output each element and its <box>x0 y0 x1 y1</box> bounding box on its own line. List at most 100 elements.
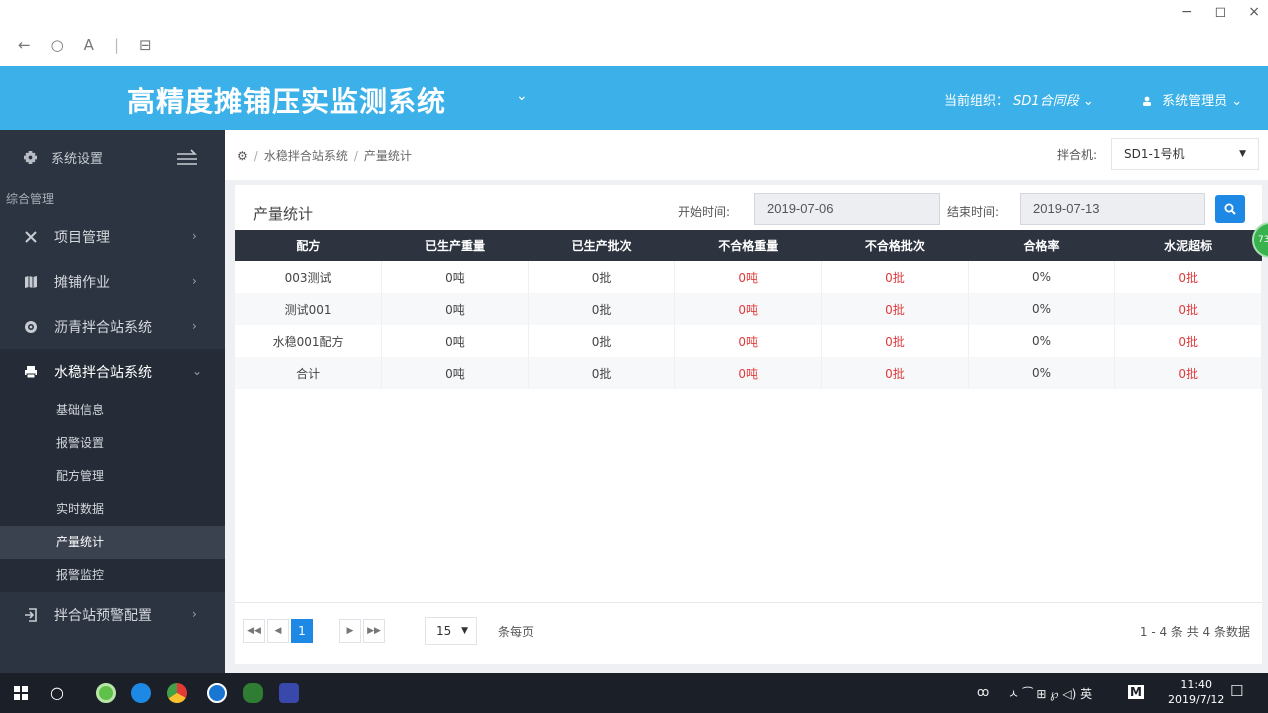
wechat-icon[interactable] <box>243 683 263 703</box>
table-cell: 水稳001配方 <box>235 325 383 357</box>
chevron-right-icon: › <box>192 607 197 621</box>
table-cell: 0吨 <box>674 261 823 293</box>
table-row[interactable]: 水稳001配方 0吨 0批 0吨 0批 0% 0批 <box>235 325 1262 357</box>
end-date-input[interactable]: 2019-07-13 <box>1020 193 1205 225</box>
tools-icon <box>25 230 37 243</box>
taskbar: ○ ꝏ ㅅ ⁀ ⊞ ℘ ◁) 英 M 11:40 2019/7/12 ☐ <box>0 673 1268 713</box>
search-icon[interactable]: ○ <box>50 683 64 702</box>
column-header[interactable]: 已生产批次 <box>528 230 675 261</box>
column-header[interactable]: 配方 <box>235 230 382 261</box>
page-1-button[interactable]: 1 <box>291 619 313 643</box>
start-date-input[interactable]: 2019-07-06 <box>754 193 940 225</box>
search-button[interactable] <box>1215 195 1245 223</box>
column-header[interactable]: 已生产重量 <box>381 230 529 261</box>
back-arrow-icon[interactable]: ← <box>18 36 31 54</box>
screen: − ◻ × ← ○ A | ⊟ 高精度摊铺压实监测系统 ⌄ 当前组织： SD1合… <box>0 0 1268 713</box>
breadcrumb-item[interactable]: 水稳拌合站系统 <box>264 147 348 164</box>
column-header[interactable]: 不合格批次 <box>821 230 969 261</box>
table-cell: 0吨 <box>381 293 529 325</box>
mixer-select-value: SD1-1号机 <box>1124 147 1185 161</box>
login-icon <box>25 607 37 622</box>
next-page-button[interactable]: ▶ <box>339 619 361 643</box>
clock-time: 11:40 <box>1180 678 1213 691</box>
mixer-select[interactable]: SD1-1号机 ▼ <box>1111 138 1259 170</box>
restore-button[interactable]: ◻ <box>1215 4 1227 20</box>
tabs-icon[interactable]: ⊟ <box>139 36 152 54</box>
production-table: 配方 已生产重量 已生产批次 不合格重量 不合格批次 合格率 水泥超标 003测… <box>235 230 1262 389</box>
sidebar-item-warning-config[interactable]: 拌合站预警配置 › <box>0 592 225 637</box>
people-icon[interactable]: ꝏ <box>977 685 989 699</box>
sidebar-item-water-stable-plant[interactable]: 水稳拌合站系统 ⌄ <box>0 349 225 394</box>
table-cell: 0批 <box>1114 261 1262 293</box>
close-button[interactable]: × <box>1248 4 1260 20</box>
sidebar-item-label: 拌合站预警配置 <box>54 607 152 624</box>
sidebar-section-title: 综合管理 <box>6 192 55 206</box>
end-date-label: 结束时间: <box>947 205 1000 219</box>
breadcrumb-bar: ⚙ / 水稳拌合站系统 / 产量统计 拌合机: SD1-1号机 ▼ <box>225 130 1268 180</box>
table-row[interactable]: 003测试 0吨 0批 0吨 0批 0% 0批 <box>235 261 1262 293</box>
caret-down-icon: ▼ <box>461 626 468 636</box>
sidebar-item-project[interactable]: 项目管理 › <box>0 214 225 259</box>
breadcrumb-current: 产量统计 <box>363 149 412 163</box>
table-cell: 0吨 <box>674 293 823 325</box>
breadcrumb-separator: / <box>353 148 358 163</box>
windows-start-icon[interactable] <box>14 686 28 700</box>
sidebar-toggle-icon[interactable] <box>175 146 199 170</box>
sidebar-item-paving[interactable]: 摊铺作业 › <box>0 259 225 304</box>
reader-mode-icon[interactable]: A <box>84 36 94 54</box>
sidebar-subitem-alarm-settings[interactable]: 报警设置 <box>0 427 225 460</box>
clock[interactable]: 11:40 2019/7/12 <box>1168 677 1224 707</box>
table-cell: 0% <box>968 325 1116 357</box>
gear-icon[interactable]: ⚙ <box>237 149 248 163</box>
breadcrumb-separator: / <box>253 148 258 163</box>
column-header[interactable]: 合格率 <box>968 230 1115 261</box>
system-tray[interactable]: ㅅ ⁀ ⊞ ℘ ◁) 英 <box>1008 685 1092 702</box>
table-cell: 0批 <box>1114 357 1262 389</box>
sidebar-item-asphalt-plant[interactable]: 沥青拌合站系统 › <box>0 304 225 349</box>
sidebar-item-label: 系统设置 <box>51 151 104 167</box>
chevron-right-icon: › <box>192 274 197 288</box>
app-title: 高精度摊铺压实监测系统 <box>127 85 447 118</box>
table-row[interactable]: 测试001 0吨 0批 0吨 0批 0% 0批 <box>235 293 1262 325</box>
kugou-icon[interactable] <box>207 683 227 703</box>
notification-icon[interactable]: ☐ <box>1230 682 1243 700</box>
chevron-down-icon[interactable]: ⌄ <box>516 88 528 104</box>
table-cell: 0吨 <box>674 357 823 389</box>
org-label: 当前组织： <box>944 94 1010 109</box>
chevron-down-icon: ⌄ <box>1082 94 1094 109</box>
chevron-right-icon: › <box>192 229 197 243</box>
ime-icon[interactable]: M <box>1128 685 1144 699</box>
sidebar-subitem-realtime-data[interactable]: 实时数据 <box>0 493 225 526</box>
org-selector[interactable]: 当前组织： SD1合同段 ⌄ <box>944 90 1094 109</box>
table-cell: 0批 <box>821 357 969 389</box>
table-cell: 0批 <box>821 261 969 293</box>
user-menu[interactable]: 系统管理员 ⌄ <box>1142 90 1242 109</box>
sidebar-subitem-production-stats[interactable]: 产量统计 <box>0 526 225 559</box>
page-size-select[interactable]: 15 ▼ <box>425 617 477 645</box>
column-header[interactable]: 不合格重量 <box>674 230 822 261</box>
reload-icon[interactable]: ○ <box>51 36 64 54</box>
map-icon <box>25 275 37 288</box>
column-header[interactable]: 水泥超标 <box>1114 230 1262 261</box>
table-cell: 0批 <box>528 261 676 293</box>
sidebar-subitem-recipe-management[interactable]: 配方管理 <box>0 460 225 493</box>
app-shield-icon[interactable] <box>279 683 299 703</box>
breadcrumb: ⚙ / 水稳拌合站系统 / 产量统计 <box>237 147 412 164</box>
browser-360-icon[interactable] <box>96 683 116 703</box>
app-header: 高精度摊铺压实监测系统 ⌄ 当前组织： SD1合同段 ⌄ 系统管理员 ⌄ <box>0 66 1268 130</box>
sidebar-item-system-settings[interactable]: 系统设置 <box>0 130 225 184</box>
first-page-button[interactable]: ◀◀ <box>243 619 265 643</box>
table-cell: 0批 <box>528 325 676 357</box>
gear-icon <box>24 150 37 164</box>
table-cell: 0吨 <box>381 261 529 293</box>
minimize-button[interactable]: − <box>1181 4 1193 20</box>
target-icon <box>25 320 37 333</box>
toolbar-divider: | <box>113 36 119 54</box>
chrome-icon[interactable] <box>167 683 187 703</box>
edge-icon[interactable] <box>131 683 151 703</box>
prev-page-button[interactable]: ◀ <box>267 619 289 643</box>
last-page-button[interactable]: ▶▶ <box>363 619 385 643</box>
table-cell: 0% <box>968 293 1116 325</box>
sidebar-subitem-basic-info[interactable]: 基础信息 <box>0 394 225 427</box>
sidebar-subitem-alarm-monitor[interactable]: 报警监控 <box>0 559 225 592</box>
